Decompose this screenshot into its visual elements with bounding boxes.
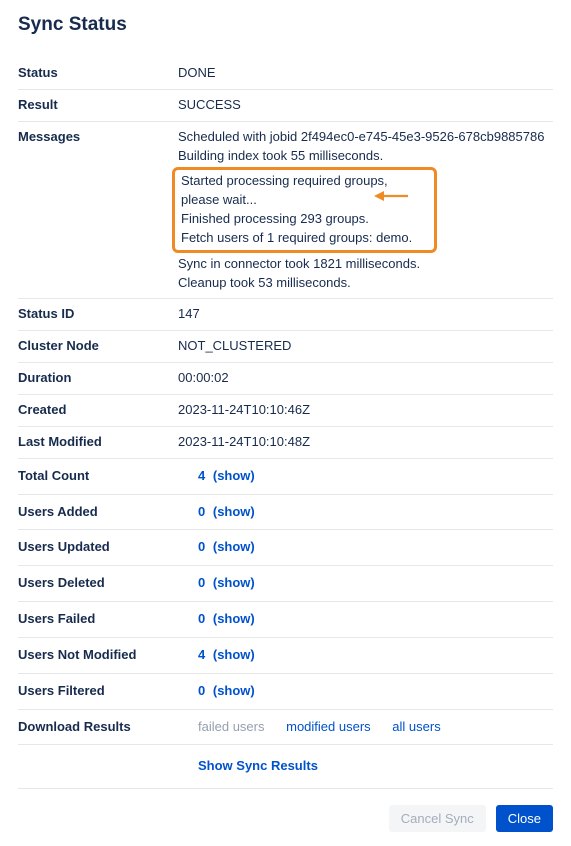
msg-line: Cleanup took 53 milliseconds.: [178, 274, 553, 293]
users-failed-value: 0: [198, 611, 205, 626]
value-created: 2023-11-24T10:10:46Z: [178, 401, 553, 420]
label-users-filtered: Users Filtered: [18, 682, 178, 698]
label-users-failed: Users Failed: [18, 610, 178, 626]
dialog-footer: Cancel Sync Close: [18, 789, 553, 832]
highlighted-messages: Started processing required groups, plea…: [172, 167, 437, 252]
row-last-modified: Last Modified 2023-11-24T10:10:48Z: [18, 427, 553, 459]
users-updated-show[interactable]: (show): [213, 539, 255, 554]
row-users-not-modified: Users Not Modified 4 (show): [18, 638, 553, 674]
total-count-show[interactable]: (show): [213, 468, 255, 483]
row-users-failed: Users Failed 0 (show): [18, 602, 553, 638]
users-filtered-value: 0: [198, 683, 205, 698]
row-status: Status DONE: [18, 58, 553, 90]
label-status-id: Status ID: [18, 305, 178, 321]
users-failed-show[interactable]: (show): [213, 611, 255, 626]
users-updated-value: 0: [198, 539, 205, 554]
users-deleted-value: 0: [198, 575, 205, 590]
row-users-filtered: Users Filtered 0 (show): [18, 674, 553, 710]
row-created: Created 2023-11-24T10:10:46Z: [18, 395, 553, 427]
download-modified-users[interactable]: modified users: [286, 719, 371, 734]
msg-line: Fetch users of 1 required groups: demo.: [181, 229, 428, 248]
dialog-title: Sync Status: [18, 14, 553, 36]
label-created: Created: [18, 401, 178, 417]
label-users-not-modified: Users Not Modified: [18, 646, 178, 662]
row-download-results: Download Results failed users modified u…: [18, 710, 553, 746]
download-failed-users: failed users: [198, 719, 264, 734]
label-duration: Duration: [18, 369, 178, 385]
label-status: Status: [18, 64, 178, 80]
users-not-modified-value: 4: [198, 647, 205, 662]
row-total-count: Total Count 4 (show): [18, 459, 553, 495]
label-messages: Messages: [18, 128, 178, 144]
value-duration: 00:00:02: [178, 369, 553, 388]
label-users-added: Users Added: [18, 503, 178, 519]
arrow-icon: [374, 190, 408, 202]
download-all-users[interactable]: all users: [392, 719, 440, 734]
users-added-show[interactable]: (show): [213, 504, 255, 519]
row-show-sync-results: Show Sync Results: [18, 745, 553, 789]
label-users-deleted: Users Deleted: [18, 574, 178, 590]
value-last-modified: 2023-11-24T10:10:48Z: [178, 433, 553, 452]
value-cluster-node: NOT_CLUSTERED: [178, 337, 553, 356]
label-users-updated: Users Updated: [18, 538, 178, 554]
label-last-modified: Last Modified: [18, 433, 178, 449]
row-cluster-node: Cluster Node NOT_CLUSTERED: [18, 331, 553, 363]
row-result: Result SUCCESS: [18, 90, 553, 122]
msg-line: Sync in connector took 1821 milliseconds…: [178, 255, 553, 274]
msg-line: Scheduled with jobid 2f494ec0-e745-45e3-…: [178, 128, 553, 147]
label-download-results: Download Results: [18, 718, 178, 734]
show-sync-results-link[interactable]: Show Sync Results: [178, 758, 318, 773]
total-count-value: 4: [198, 468, 205, 483]
close-button[interactable]: Close: [496, 805, 553, 832]
value-status-id: 147: [178, 305, 553, 324]
row-duration: Duration 00:00:02: [18, 363, 553, 395]
label-result: Result: [18, 96, 178, 112]
row-users-updated: Users Updated 0 (show): [18, 530, 553, 566]
value-status: DONE: [178, 64, 553, 83]
users-not-modified-show[interactable]: (show): [213, 647, 255, 662]
row-users-added: Users Added 0 (show): [18, 495, 553, 531]
users-filtered-show[interactable]: (show): [213, 683, 255, 698]
msg-line: Finished processing 293 groups.: [181, 210, 428, 229]
users-added-value: 0: [198, 504, 205, 519]
row-messages: Messages Scheduled with jobid 2f494ec0-e…: [18, 122, 553, 300]
cancel-sync-button: Cancel Sync: [389, 805, 486, 832]
row-users-deleted: Users Deleted 0 (show): [18, 566, 553, 602]
users-deleted-show[interactable]: (show): [213, 575, 255, 590]
value-result: SUCCESS: [178, 96, 553, 115]
row-status-id: Status ID 147: [18, 299, 553, 331]
label-cluster-node: Cluster Node: [18, 337, 178, 353]
value-messages: Scheduled with jobid 2f494ec0-e745-45e3-…: [178, 128, 553, 293]
msg-line: Building index took 55 milliseconds.: [178, 147, 553, 166]
label-total-count: Total Count: [18, 467, 178, 483]
